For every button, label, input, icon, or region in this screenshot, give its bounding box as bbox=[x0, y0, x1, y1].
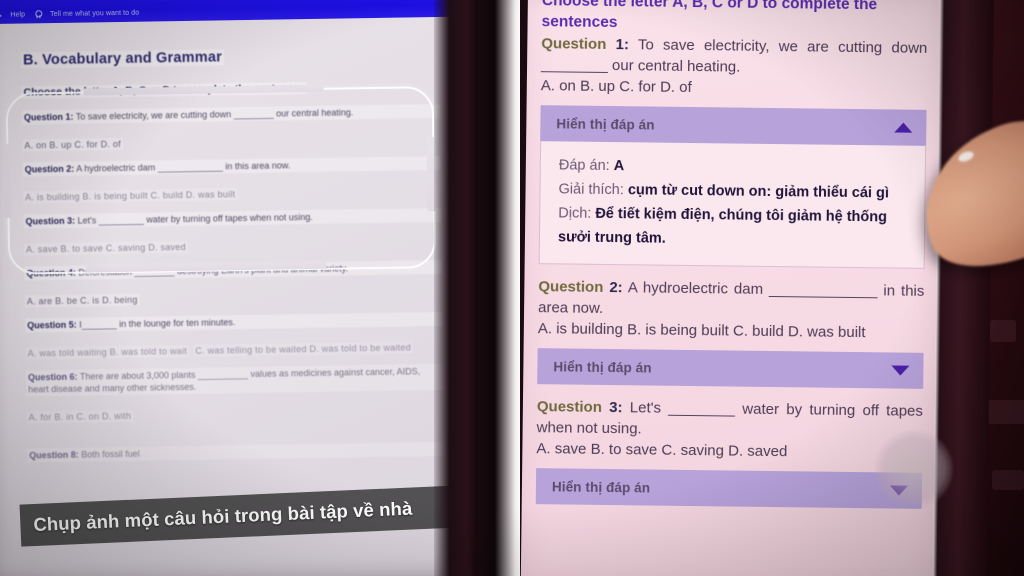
answer-translate-row: Dịch: Để tiết kiệm điện, chúng tôi giảm … bbox=[558, 201, 911, 253]
q4-body: Deforestation ________ destroying Earth'… bbox=[75, 263, 349, 278]
lightbulb-icon bbox=[34, 10, 41, 19]
quiz-app-content: Choose the letter A, B, C or D to comple… bbox=[522, 0, 942, 509]
quiz-question-2: Question 2: A hydroelectric dam ________… bbox=[538, 276, 924, 323]
keyboard-key-hint bbox=[988, 400, 1024, 424]
q3-body: Let's _________ water by turning off tap… bbox=[75, 211, 313, 226]
document-question-2-options: A. is building B. is being built C. buil… bbox=[23, 188, 238, 204]
answer-key-label: Đáp án: bbox=[558, 157, 610, 175]
document-question-5-options-ab: A. was told waiting B. was told to wait bbox=[25, 344, 190, 360]
q3-number: 3: bbox=[609, 399, 623, 417]
document-instruction: Choose the letter A, B, C or D to comple… bbox=[21, 82, 308, 99]
quiz-question-3-options: A. save B. to save C. saving D. saved bbox=[536, 440, 788, 461]
q5-label: Question 5: bbox=[27, 319, 77, 331]
show-answer-label-3: Hiển thị đáp án bbox=[551, 478, 651, 496]
q1-label: Question 1: bbox=[23, 111, 74, 123]
ribbon-overflow-icon[interactable] bbox=[0, 14, 2, 17]
keyboard-key-hint bbox=[992, 470, 1024, 490]
laptop-screen-photo: Help Tell me what you want to do B. Voca… bbox=[0, 0, 478, 576]
show-answer-toggle-3[interactable]: Hiển thị đáp án bbox=[535, 468, 923, 509]
q2-label: Question bbox=[538, 278, 604, 296]
chevron-down-icon[interactable] bbox=[891, 365, 910, 376]
answer-translate-value: Để tiết kiệm điện, chúng tôi giảm hệ thố… bbox=[557, 205, 888, 247]
q2-body: A hydroelectric dam _____________ in thi… bbox=[74, 160, 291, 174]
document-question-3-options: A. save B. to save C. saving D. saved bbox=[23, 240, 188, 256]
device-gap bbox=[478, 0, 520, 576]
q1-label: Question bbox=[541, 35, 607, 53]
phone-display-surface: Choose the letter A, B, C or D to comple… bbox=[520, 0, 942, 576]
quiz-question-2-options: A. is building B. is being built C. buil… bbox=[537, 320, 866, 342]
quiz-question-3: Question 3: Let's ________ water by turn… bbox=[537, 396, 923, 443]
quiz-question-1: Question 1: To save electricity, we are … bbox=[541, 33, 927, 80]
q5-body: I_______ in the lounge for ten minutes. bbox=[76, 317, 236, 330]
quiz-instruction-line2: sentences bbox=[541, 13, 618, 32]
document-question-4-options: A. are B. be C. is D. being bbox=[24, 293, 140, 308]
chevron-down-icon[interactable] bbox=[889, 485, 908, 496]
chevron-up-icon[interactable] bbox=[894, 122, 913, 133]
q1-body: To save electricity, we are cutting down… bbox=[73, 107, 354, 122]
screenshot-root: Help Tell me what you want to do B. Voca… bbox=[0, 0, 1024, 576]
show-answer-toggle-1[interactable]: Hiển thị đáp án bbox=[540, 105, 927, 146]
document-question-1-options: A. on B. up C. for D. of bbox=[22, 137, 124, 152]
quiz-instruction-line1: Choose the letter A, B, C or D to comple… bbox=[541, 0, 878, 14]
answer-explain-label: Giải thích: bbox=[558, 181, 624, 199]
document-section-title: B. Vocabulary and Grammar bbox=[20, 49, 225, 69]
answer-key-value: A bbox=[613, 158, 625, 175]
document-question-3: Question 3: Let's _________ water by tur… bbox=[23, 207, 442, 229]
q3-label: Question 3: bbox=[25, 215, 76, 227]
document-question-5-options-cd: C. was telling to be waited D. was told … bbox=[193, 341, 414, 357]
q8-label: Question 8: bbox=[29, 449, 79, 461]
document-question-2: Question 2: A hydroelectric dam ________… bbox=[22, 155, 441, 177]
answer-explain-value: cụm từ cut down on: giảm thiểu cái gì bbox=[627, 182, 889, 202]
quiz-question-1-options: A. on B. up C. for D. of bbox=[540, 77, 692, 97]
document-question-4: Question 4: Deforestation ________ destr… bbox=[24, 259, 443, 281]
quiz-instruction-heading: Choose the letter A, B, C or D to comple… bbox=[541, 0, 927, 37]
q6-body: There are about 3,000 plants __________ … bbox=[28, 366, 421, 395]
video-caption-text: Chụp ảnh một câu hỏi trong bài tập về nh… bbox=[32, 497, 413, 536]
document-question-5: Question 5: I_______ in the lounge for t… bbox=[25, 311, 444, 333]
tell-me-search[interactable]: Tell me what you want to do bbox=[50, 10, 139, 18]
document-question-6: Question 6: There are about 3,000 plants… bbox=[25, 363, 445, 397]
q1-number: 1: bbox=[615, 36, 630, 54]
show-answer-label-2: Hiển thị đáp án bbox=[553, 358, 652, 376]
answer-card-1: Đáp án: A Giải thích: cụm từ cut down on… bbox=[538, 141, 927, 269]
q8-body: Both fossil fuel bbox=[78, 448, 140, 460]
q4-label: Question 4: bbox=[26, 267, 76, 279]
keyboard-key-hint bbox=[990, 320, 1016, 342]
phone-screen-photo: Choose the letter A, B, C or D to comple… bbox=[520, 0, 1024, 576]
laptop-display-surface: Help Tell me what you want to do B. Voca… bbox=[0, 0, 470, 576]
q2-label: Question 2: bbox=[24, 163, 75, 175]
ribbon-controls: Help Tell me what you want to do bbox=[0, 9, 139, 20]
laptop-bezel-right-edge bbox=[434, 0, 478, 576]
document-question-1: Question 1: To save electricity, we are … bbox=[21, 103, 441, 125]
document-question-8: Question 8: Both fossil fuel bbox=[27, 441, 446, 463]
document-question-6-options: A. for B. in C. on D. with bbox=[26, 409, 134, 424]
answer-translate-label: Dịch: bbox=[558, 205, 592, 222]
show-answer-toggle-2[interactable]: Hiển thị đáp án bbox=[537, 348, 924, 389]
show-answer-label-1: Hiển thị đáp án bbox=[556, 115, 655, 133]
ribbon-help-button[interactable]: Help bbox=[10, 11, 25, 18]
q3-label: Question bbox=[536, 398, 603, 416]
phone-bezel-right-edge bbox=[932, 0, 994, 576]
q2-number: 2: bbox=[609, 279, 623, 297]
q6-label: Question 6: bbox=[27, 371, 78, 383]
